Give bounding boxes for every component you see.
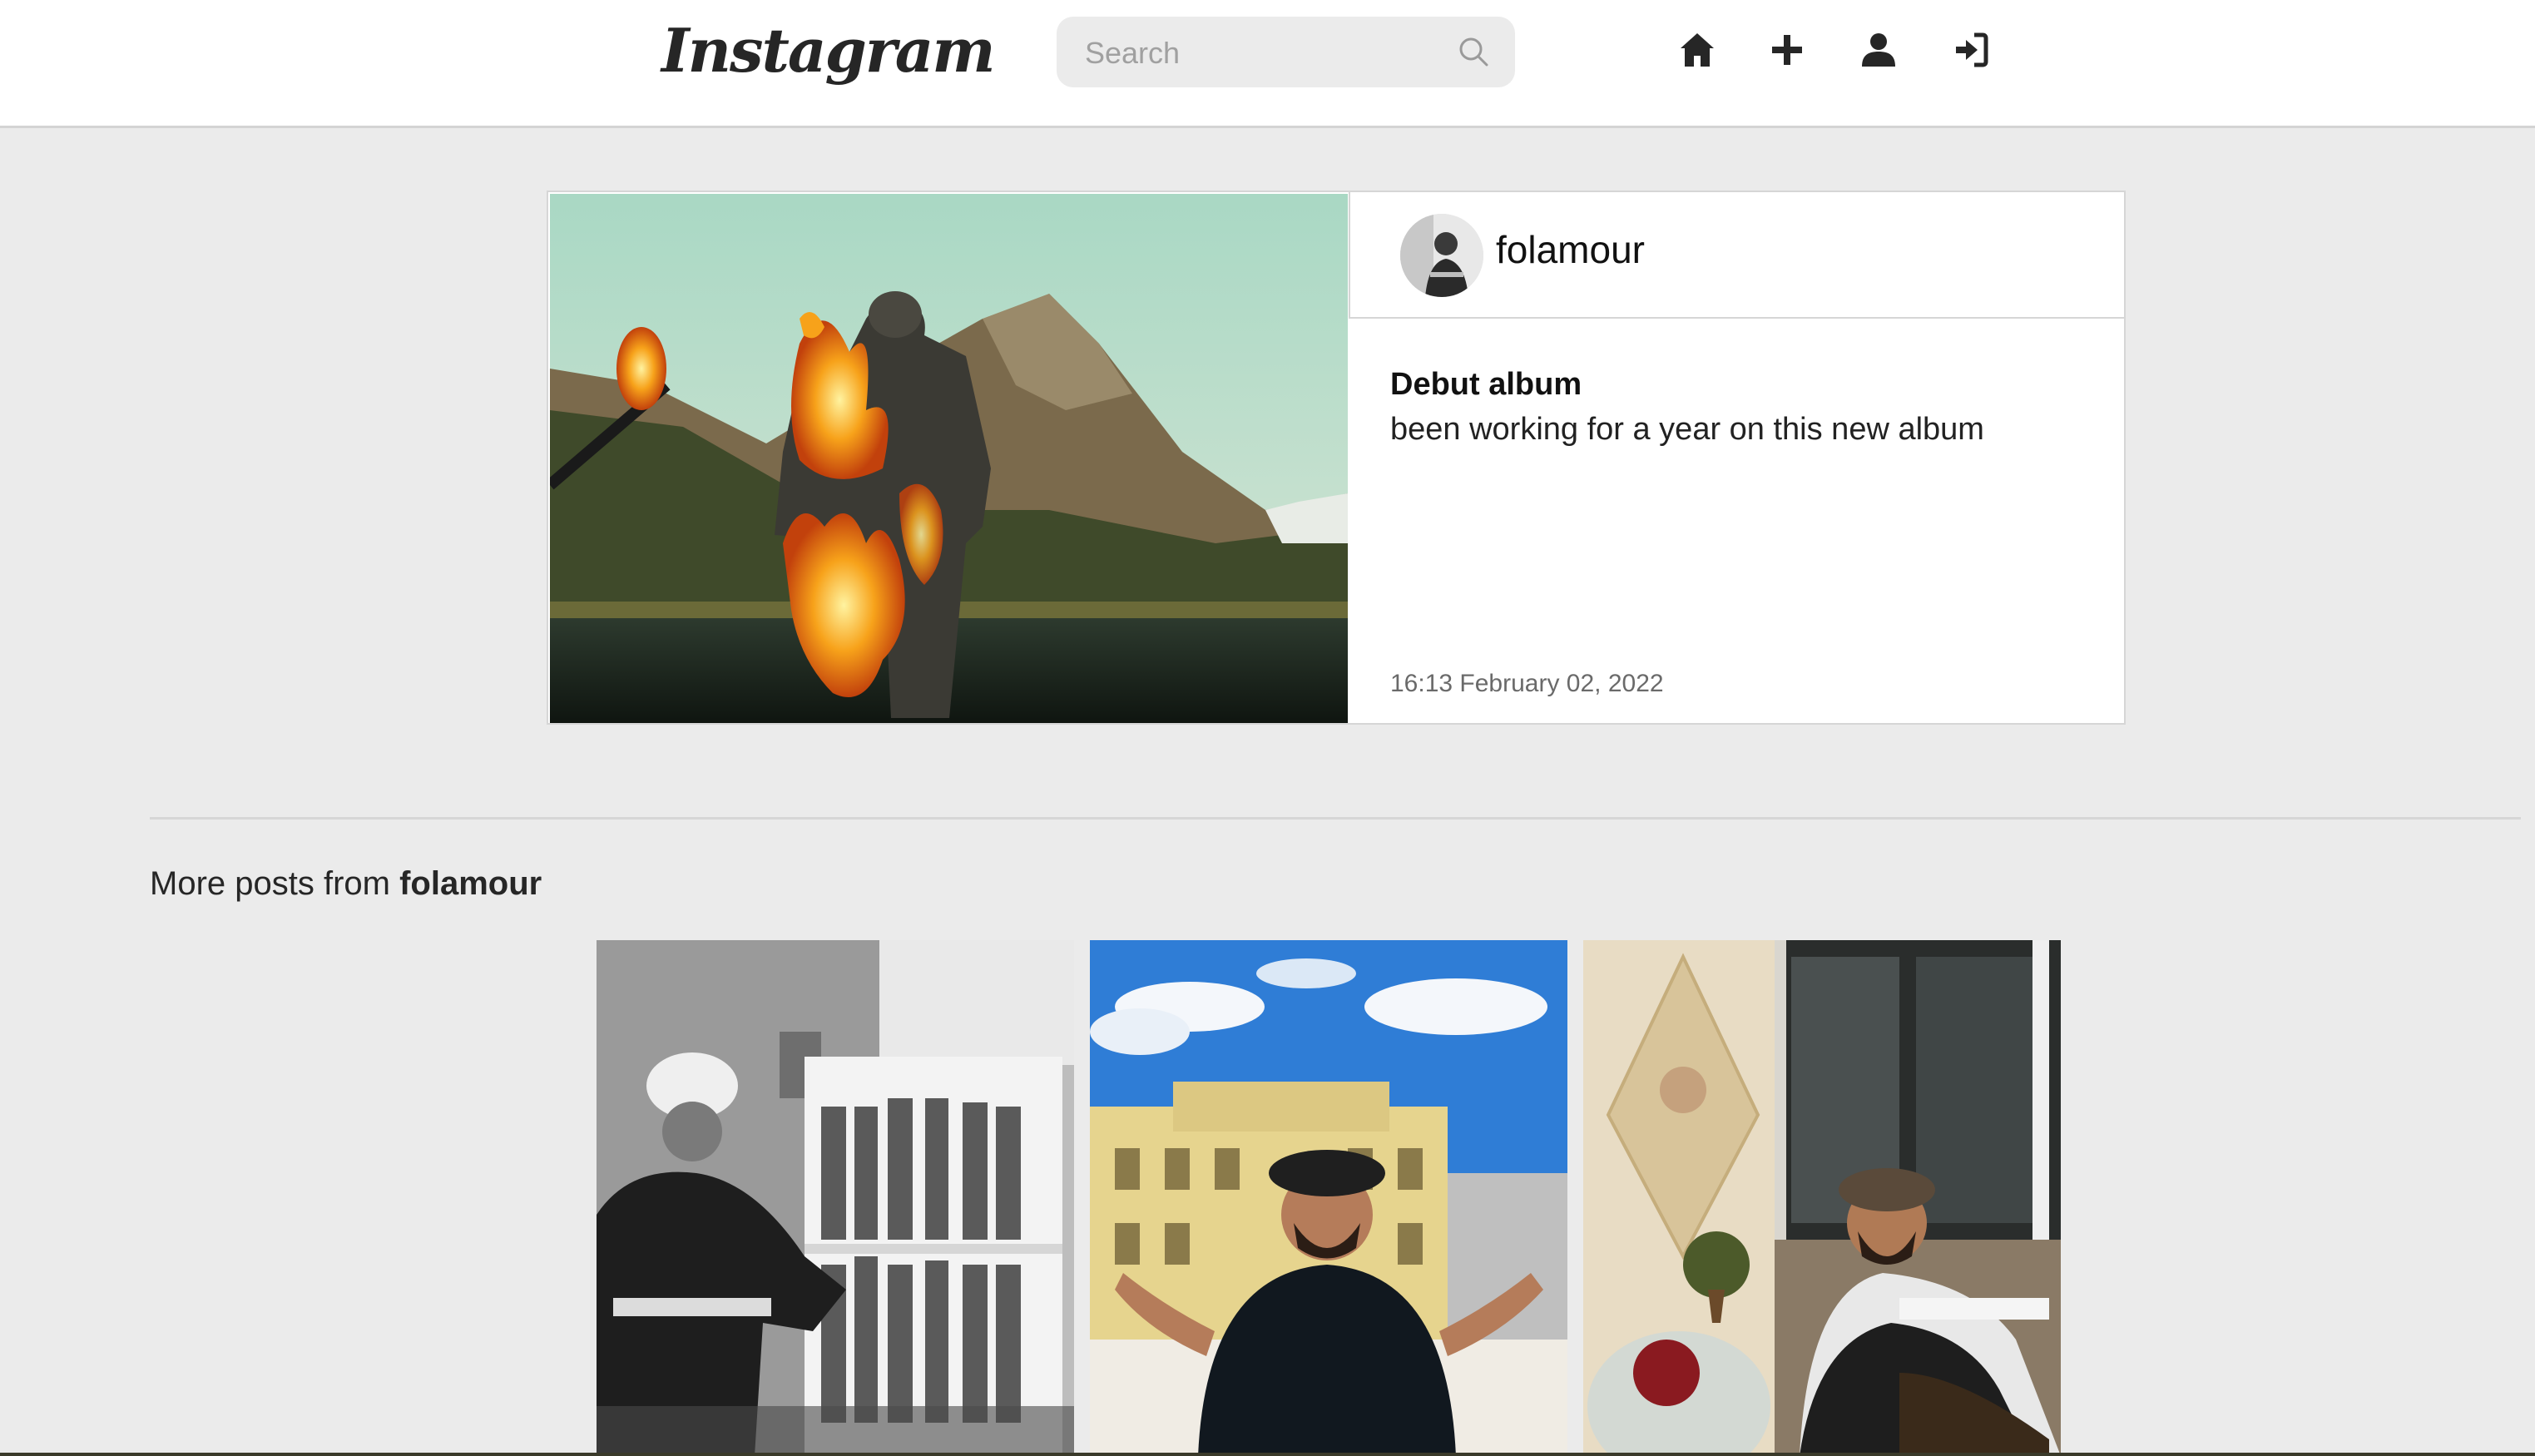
top-navbar: Instagram bbox=[0, 0, 2535, 128]
section-divider bbox=[150, 817, 2521, 820]
sign-in-icon[interactable] bbox=[1951, 30, 1991, 70]
post-username[interactable]: folamour bbox=[1496, 227, 1645, 272]
post-details: folamour Debut album been working for a … bbox=[1349, 192, 2126, 723]
post-timestamp: 16:13 February 02, 2022 bbox=[1390, 670, 1664, 697]
avatar-photo bbox=[1400, 214, 1483, 297]
user-icon[interactable] bbox=[1859, 30, 1899, 70]
rooftop-portrait-photo bbox=[1090, 940, 1567, 1456]
search-icon[interactable] bbox=[1457, 35, 1490, 68]
post-caption: been working for a year on this new albu… bbox=[1390, 412, 1984, 447]
post-thumbnail[interactable] bbox=[597, 940, 1074, 1456]
burning-man-landscape-photo bbox=[550, 194, 1348, 723]
post-card: folamour Debut album been working for a … bbox=[547, 191, 2126, 725]
post-thumbnail[interactable] bbox=[1583, 940, 2061, 1456]
search-input[interactable] bbox=[1083, 17, 1444, 89]
post-image[interactable] bbox=[550, 194, 1348, 723]
post-thumbnail[interactable] bbox=[1090, 940, 1567, 1456]
plus-icon[interactable] bbox=[1767, 30, 1807, 70]
more-posts-heading: More posts from folamour bbox=[150, 865, 542, 903]
more-posts-username[interactable]: folamour bbox=[399, 865, 542, 902]
bottom-border bbox=[0, 1453, 2535, 1456]
search-box[interactable] bbox=[1057, 17, 1515, 89]
post-header: folamour bbox=[1349, 192, 2126, 319]
avatar[interactable] bbox=[1400, 214, 1483, 297]
instagram-logo[interactable]: Instagram bbox=[661, 15, 996, 86]
records-shelf-photo bbox=[597, 940, 1074, 1456]
more-posts-prefix: More posts from bbox=[150, 865, 400, 902]
living-room-portrait-photo bbox=[1583, 940, 2061, 1456]
post-title: Debut album bbox=[1390, 367, 1582, 402]
home-icon[interactable] bbox=[1677, 30, 1717, 70]
